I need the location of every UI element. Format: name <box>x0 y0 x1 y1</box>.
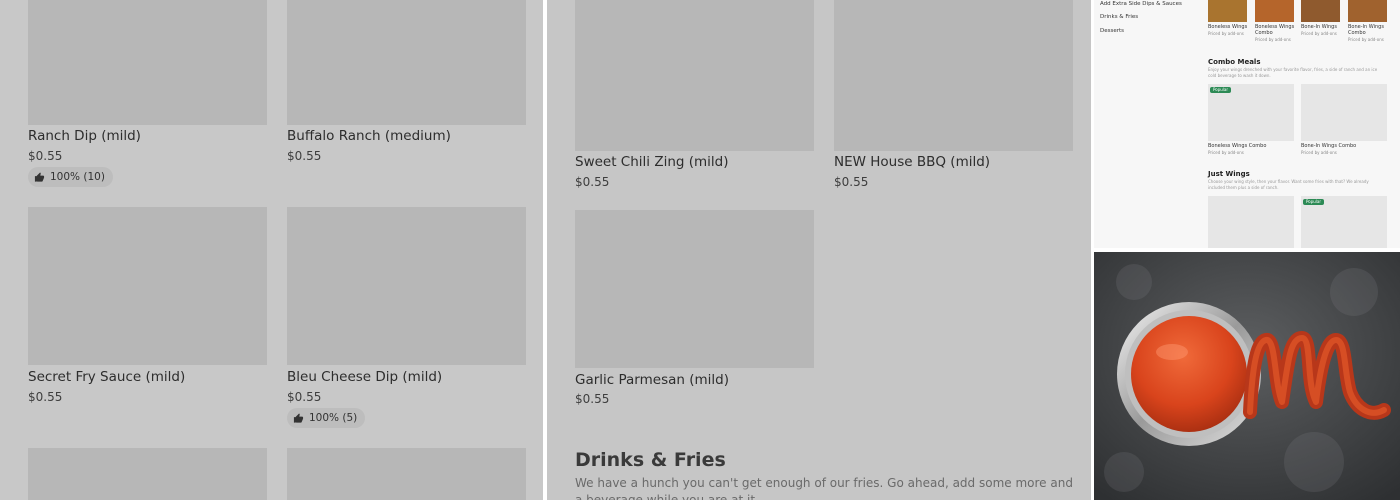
sidebar-item[interactable]: Drinks & Fries <box>1100 14 1138 20</box>
item-image[interactable] <box>1348 0 1387 22</box>
item-name: Bleu Cheese Dip (mild) <box>287 369 443 385</box>
section-description: We have a hunch you can't get enough of … <box>575 476 1073 500</box>
sidebar-item[interactable]: Desserts <box>1100 28 1124 34</box>
section-title: Combo Meals <box>1208 58 1261 66</box>
section-description: Enjoy your wings drenched with your favo… <box>1208 67 1378 78</box>
item-name: NEW House BBQ (mild) <box>834 154 991 170</box>
item-image[interactable] <box>1208 0 1247 22</box>
item-name: Bone-In Wings <box>1301 24 1337 30</box>
item-name: Secret Fry Sauce (mild) <box>28 369 186 385</box>
sauce-cup-image <box>1094 252 1400 500</box>
item-price: Priced by add-ons <box>1208 150 1244 155</box>
item-name: Bone-In Wings Combo <box>1348 24 1384 36</box>
item-image[interactable] <box>1301 84 1387 141</box>
sauce-photo <box>1094 252 1400 500</box>
item-price: $0.55 <box>834 175 869 189</box>
item-name: Buffalo Ranch (medium) <box>287 128 451 144</box>
popular-badge: Popular <box>1303 199 1324 205</box>
item-image[interactable] <box>287 448 526 500</box>
menu-item-card[interactable]: Buffalo Ranch (medium) $0.55 <box>287 0 527 190</box>
item-image <box>28 207 267 365</box>
popular-badge: Popular <box>1210 87 1231 93</box>
item-name: Garlic Parmesan (mild) <box>575 372 729 388</box>
thumbs-up-icon <box>293 412 304 423</box>
sidebar-item[interactable]: Add Extra Side Dips & Sauces <box>1100 1 1182 7</box>
item-name: Boneless Wings <box>1208 24 1248 30</box>
item-name: Boneless Wings Combo <box>1255 24 1295 36</box>
rating-text: 100% (10) <box>50 171 105 183</box>
item-price: $0.55 <box>575 175 610 189</box>
menu-item-card[interactable]: Bleu Cheese Dip (mild) $0.55 100% (5) <box>287 207 527 432</box>
item-price: Priced by add-ons <box>1301 31 1337 36</box>
menu-item-card[interactable]: Secret Fry Sauce (mild) $0.55 <box>28 207 268 432</box>
item-price: $0.55 <box>28 149 63 163</box>
item-image <box>287 0 526 125</box>
item-image[interactable] <box>1208 196 1294 248</box>
item-price: $0.55 <box>575 392 610 406</box>
item-price: Priced by add-ons <box>1348 37 1384 42</box>
menu-panel-middle: Sweet Chili Zing (mild) $0.55 NEW House … <box>547 0 1091 500</box>
section-title: Drinks & Fries <box>575 449 726 471</box>
item-price: $0.55 <box>28 390 63 404</box>
item-price: Priced by add-ons <box>1208 31 1244 36</box>
item-price: Priced by add-ons <box>1301 150 1337 155</box>
menu-item-card[interactable]: NEW House BBQ (mild) $0.55 <box>834 0 1074 195</box>
item-image <box>575 210 814 368</box>
rating-badge: 100% (5) <box>287 408 366 428</box>
item-price: $0.55 <box>287 390 322 404</box>
item-image <box>28 0 267 125</box>
item-image[interactable] <box>28 448 267 500</box>
item-image <box>287 207 526 365</box>
section-description: Choose your wing style, then your flavor… <box>1208 179 1369 190</box>
rating-badge: 100% (10) <box>28 167 113 187</box>
item-name: Boneless Wings Combo <box>1208 143 1267 149</box>
item-price: Priced by add-ons <box>1255 37 1291 42</box>
item-price: $0.55 <box>287 149 322 163</box>
rating-text: 100% (5) <box>309 412 358 424</box>
item-name: Bone-In Wings Combo <box>1301 143 1357 149</box>
menu-item-card[interactable]: Garlic Parmesan (mild) $0.55 <box>575 210 815 410</box>
menu-panel-left: Ranch Dip (mild) $0.55 100% (10) Buffalo… <box>0 0 543 500</box>
menu-item-card[interactable]: Sweet Chili Zing (mild) $0.55 <box>575 0 815 195</box>
menu-overview-screenshot: Add Extra Side Dips & Sauces Drinks & Fr… <box>1094 0 1400 248</box>
item-image[interactable] <box>1255 0 1294 22</box>
item-image[interactable] <box>1301 0 1340 22</box>
item-name: Ranch Dip (mild) <box>28 128 141 144</box>
item-name: Sweet Chili Zing (mild) <box>575 154 729 170</box>
menu-item-card[interactable]: Ranch Dip (mild) $0.55 100% (10) <box>28 0 268 190</box>
item-image <box>834 0 1073 151</box>
section-title: Just Wings <box>1208 170 1250 178</box>
thumbs-up-icon <box>34 171 45 182</box>
item-image <box>575 0 814 151</box>
